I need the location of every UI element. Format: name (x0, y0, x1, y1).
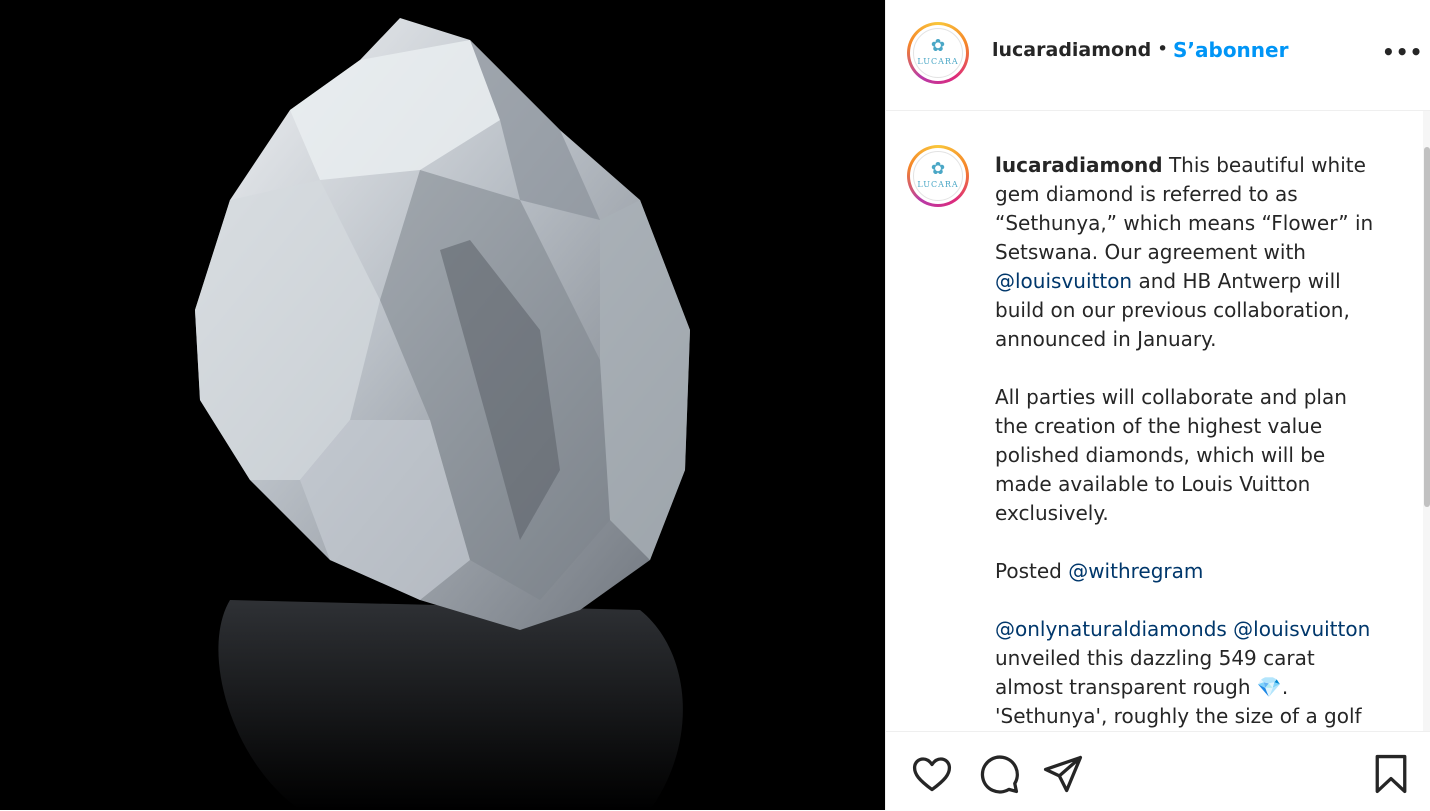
diamond-emoji-icon: 💎 (1256, 675, 1282, 699)
scrollbar[interactable] (1423, 111, 1430, 731)
action-bar (886, 731, 1430, 811)
logo-text: LUCARA (917, 57, 959, 66)
logo-text: LUCARA (917, 180, 959, 189)
heart-icon[interactable] (910, 752, 954, 796)
mention-link[interactable]: @withregram (1068, 559, 1203, 583)
bookmark-icon[interactable] (1369, 752, 1413, 796)
avatar[interactable]: ✿ LUCARA (907, 22, 969, 84)
mention-link[interactable]: @louisvuitton (1233, 617, 1370, 641)
comment-icon[interactable] (977, 752, 1021, 796)
comments-section[interactable]: ✿ LUCARA lucaradiamond This beautiful wh… (886, 111, 1430, 731)
flower-logo-icon: ✿ (930, 36, 946, 56)
post-image[interactable] (0, 0, 885, 810)
header-username[interactable]: lucaradiamond (992, 39, 1151, 61)
mention-link[interactable]: @louisvuitton (995, 269, 1132, 293)
caption-text: lucaradiamond This beautiful white gem d… (995, 151, 1385, 731)
flower-logo-icon: ✿ (930, 159, 946, 179)
scrollbar-thumb[interactable] (1424, 147, 1430, 507)
post-panel: ✿ LUCARA lucaradiamond • S’abonner ••• ✿… (885, 0, 1430, 810)
lucara-logo: ✿ LUCARA (913, 28, 963, 78)
lucara-logo: ✿ LUCARA (913, 151, 963, 201)
separator-dot: • (1157, 38, 1169, 60)
mention-link[interactable]: @onlynaturaldiamonds (995, 617, 1227, 641)
more-options-icon[interactable]: ••• (1382, 40, 1423, 64)
caption-avatar[interactable]: ✿ LUCARA (907, 145, 969, 207)
caption-username[interactable]: lucaradiamond (995, 153, 1163, 177)
diamond-image (0, 0, 885, 810)
post-header: ✿ LUCARA lucaradiamond • S’abonner ••• (886, 0, 1430, 111)
caption-segment: and HB Antwerp will build on our previou… (995, 269, 1350, 583)
follow-button[interactable]: S’abonner (1173, 38, 1288, 62)
share-icon[interactable] (1041, 752, 1085, 796)
